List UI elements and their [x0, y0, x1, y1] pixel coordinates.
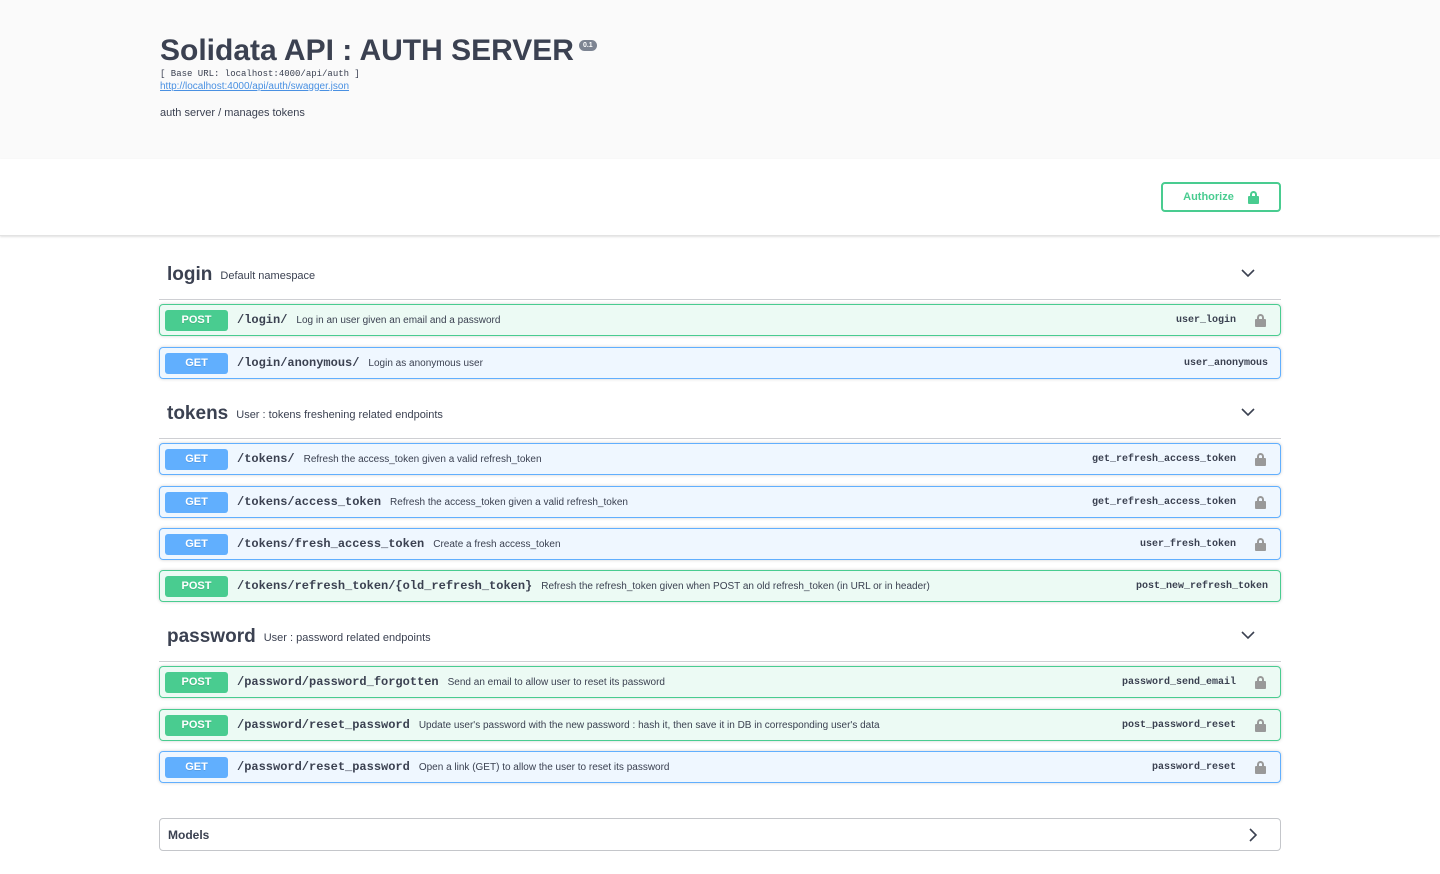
operation-summary: Log in an user given an email and a pass…	[296, 314, 501, 326]
models-section[interactable]: Models	[159, 818, 1281, 851]
authorize-label: Authorize	[1183, 191, 1234, 203]
tag-name: tokens	[167, 402, 229, 424]
api-title-text: Solidata API : AUTH SERVER	[160, 34, 574, 67]
swagger-json-link[interactable]: http://localhost:4000/api/auth/swagger.j…	[160, 81, 597, 92]
tag-description: User : password related endpoints	[263, 632, 431, 644]
authorize-button[interactable]: Authorize	[1161, 182, 1281, 212]
operation-path: /login/	[237, 313, 288, 327]
version-badge: 0.1	[578, 40, 597, 51]
tag-header-login[interactable]: login Default namespace	[159, 250, 1281, 300]
operation-row[interactable]: GET/login/anonymous/Login as anonymous u…	[159, 347, 1281, 379]
operation-id: get_refresh_access_token	[1091, 453, 1236, 465]
method-badge: GET	[165, 533, 228, 555]
api-description: auth server / manages tokens	[160, 107, 305, 119]
operation-row[interactable]: GET/password/reset_password Open a link (…	[159, 751, 1281, 783]
operation-id: post_password_reset	[1121, 719, 1236, 731]
chevron-down-icon	[1241, 408, 1255, 417]
operation-row[interactable]: POST/password/password_forgotten Send an …	[159, 666, 1281, 698]
lock-icon[interactable]	[1255, 453, 1266, 466]
method-badge: POST	[165, 714, 228, 736]
lock-icon[interactable]	[1255, 719, 1266, 732]
operation-row[interactable]: POST/password/reset_password Update user'…	[159, 709, 1281, 741]
operation-path: /tokens/access_token	[237, 495, 382, 509]
operation-summary: Create a fresh access_token	[433, 538, 561, 550]
method-badge: POST	[165, 309, 228, 331]
operation-id: user_login	[1175, 314, 1236, 326]
operation-summary: Update user's password with the new pass…	[418, 719, 880, 731]
tag-header-tokens[interactable]: tokens User : tokens freshening related e…	[159, 389, 1281, 439]
operation-summary: Refresh the access_token given a valid r…	[390, 496, 628, 508]
operation-path: /password/password_forgotten	[237, 675, 439, 689]
operation-path: /tokens/	[237, 452, 295, 466]
operation-row[interactable]: GET/tokens/Refresh the access_token give…	[159, 443, 1281, 475]
tag-name: password	[167, 625, 256, 647]
models-title: Models	[168, 827, 210, 842]
operation-row[interactable]: GET/tokens/fresh_access_token Create a fr…	[159, 528, 1281, 560]
operation-row[interactable]: POST/login/Log in an user given an email…	[159, 304, 1281, 336]
operation-id: post_new_refresh_token	[1135, 580, 1268, 592]
chevron-right-icon	[1249, 828, 1258, 842]
operation-summary: Open a link (GET) to allow the user to r…	[418, 761, 670, 773]
tag-description: User : tokens freshening related endpoin…	[236, 409, 443, 421]
operation-path: /tokens/refresh_token/{old_refresh_token…	[237, 579, 533, 593]
chevron-down-icon	[1241, 269, 1255, 278]
operation-id: user_anonymous	[1183, 357, 1268, 369]
operation-summary: Login as anonymous user	[368, 357, 483, 369]
scheme-container: Authorize	[0, 159, 1440, 236]
method-badge: GET	[165, 448, 228, 470]
operation-row[interactable]: GET/tokens/access_token Refresh the acces…	[159, 486, 1281, 518]
tag-header-password[interactable]: password User : password related endpoint…	[159, 612, 1281, 662]
lock-icon[interactable]	[1255, 676, 1266, 689]
operation-path: /login/anonymous/	[237, 356, 360, 370]
method-badge: POST	[165, 575, 228, 597]
tag-description: Default namespace	[220, 270, 316, 282]
operation-path: /password/reset_password	[237, 718, 410, 732]
method-badge: GET	[165, 491, 228, 513]
lock-icon[interactable]	[1255, 496, 1266, 509]
operation-id: user_fresh_token	[1139, 538, 1236, 550]
operation-id: password_reset	[1151, 761, 1236, 773]
operation-id: get_refresh_access_token	[1091, 496, 1236, 508]
tag-name: login	[167, 263, 213, 285]
method-badge: GET	[165, 756, 228, 778]
lock-icon[interactable]	[1255, 314, 1266, 327]
unlocked-icon	[1247, 190, 1259, 204]
api-info-section: Solidata API : AUTH SERVER 0.1 [ Base UR…	[0, 0, 1440, 159]
method-badge: POST	[165, 671, 228, 693]
lock-icon[interactable]	[1255, 538, 1266, 551]
api-title: Solidata API : AUTH SERVER 0.1	[160, 34, 597, 68]
operation-summary: Send an email to allow user to reset its…	[447, 676, 665, 688]
api-info: Solidata API : AUTH SERVER 0.1 [ Base UR…	[160, 34, 597, 119]
chevron-down-icon	[1241, 631, 1255, 640]
operation-id: password_send_email	[1121, 676, 1236, 688]
base-url: [ Base URL: localhost:4000/api/auth ]	[160, 69, 360, 79]
method-badge: GET	[165, 352, 228, 374]
operation-summary: Refresh the access_token given a valid r…	[303, 453, 542, 465]
operation-path: /tokens/fresh_access_token	[237, 537, 425, 551]
operation-summary: Refresh the refresh_token given when POS…	[541, 580, 930, 592]
operation-row[interactable]: POST/tokens/refresh_token/{old_refresh_t…	[159, 570, 1281, 602]
lock-icon[interactable]	[1255, 761, 1266, 774]
operation-path: /password/reset_password	[237, 760, 410, 774]
